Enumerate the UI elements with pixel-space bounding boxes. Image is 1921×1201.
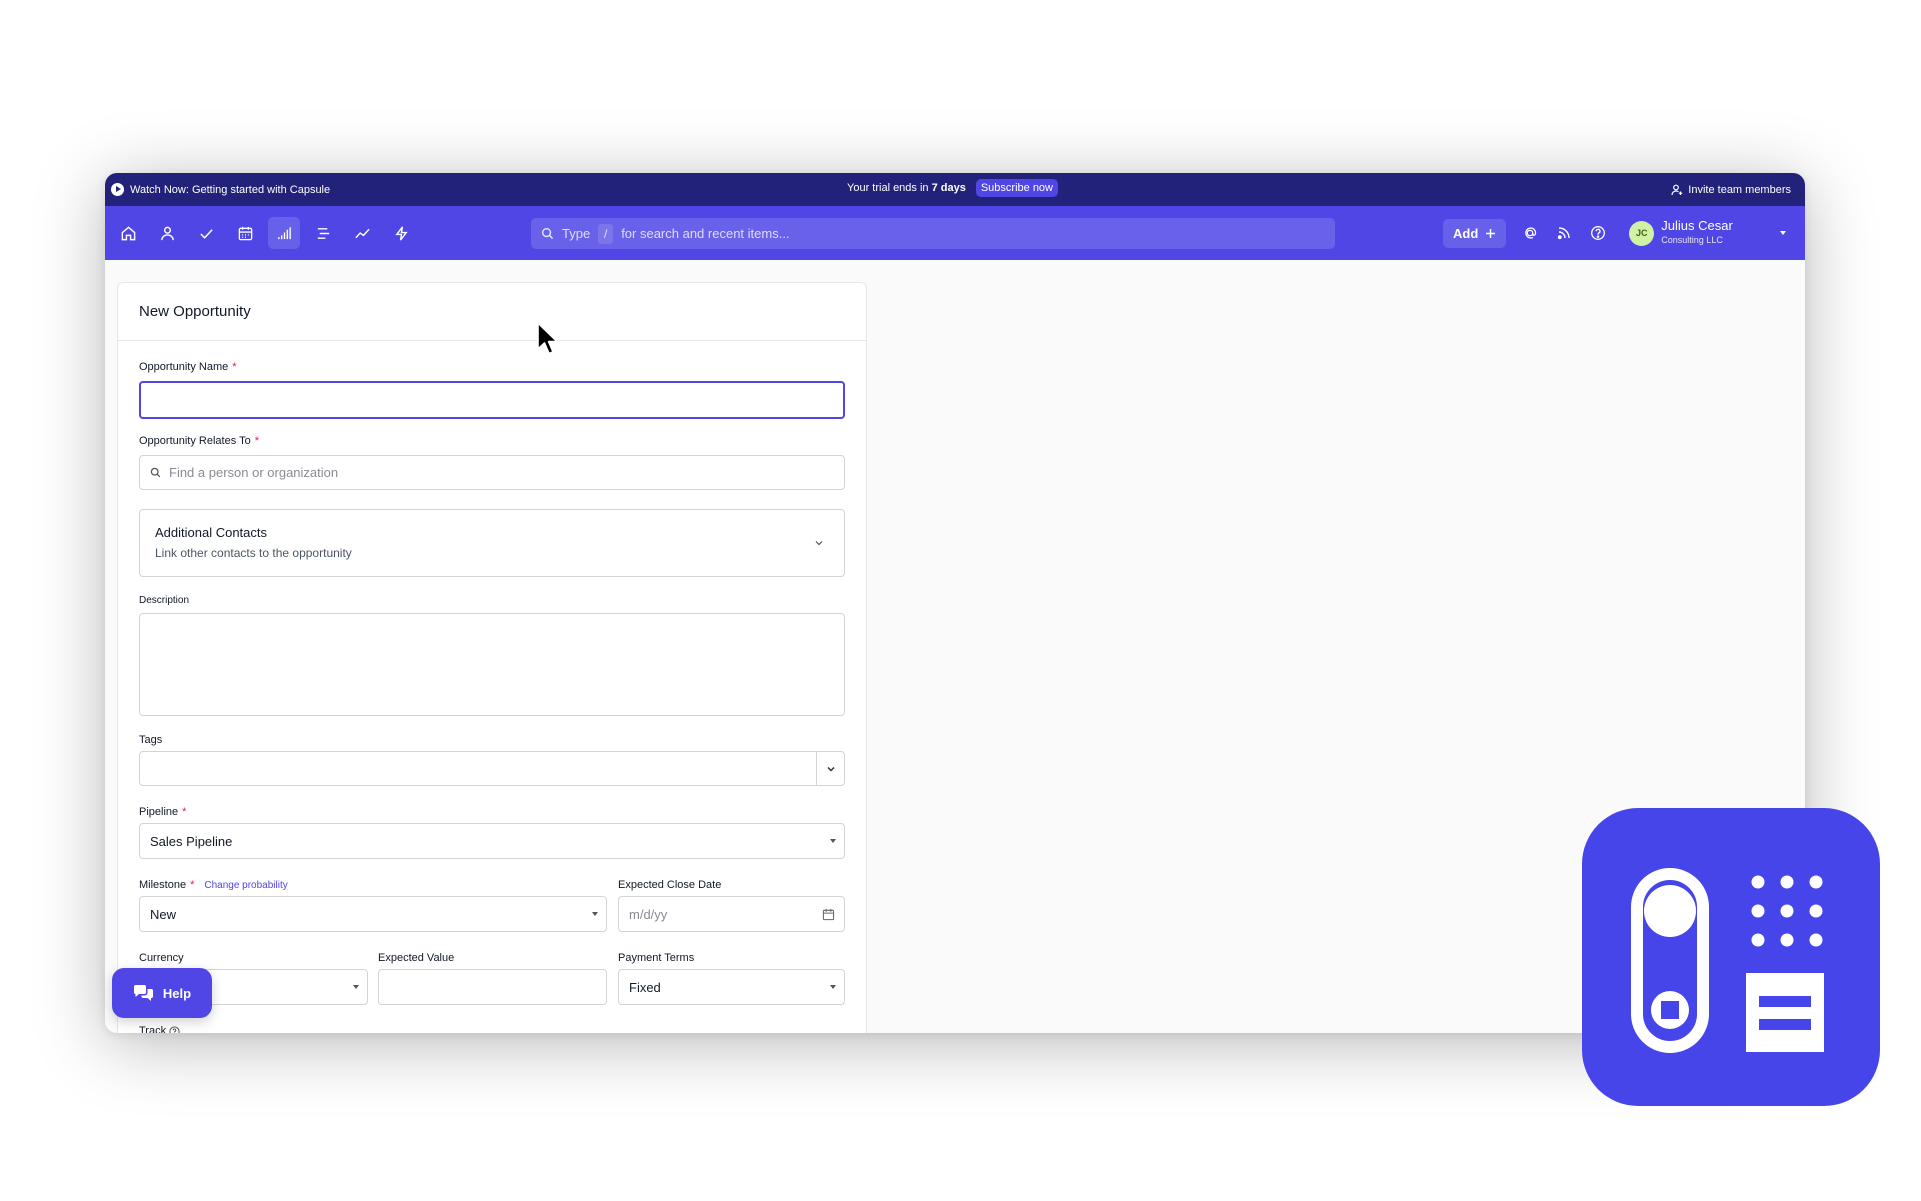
- invite-team-link[interactable]: Invite team members: [1671, 184, 1791, 196]
- tags-input[interactable]: [139, 751, 845, 786]
- help-chat-button[interactable]: Help: [112, 968, 212, 1018]
- user-name: Julius Cesar: [1661, 218, 1733, 233]
- help-center-button[interactable]: [1588, 223, 1608, 243]
- milestone-select[interactable]: New: [139, 896, 607, 932]
- question-icon[interactable]: [169, 1025, 180, 1034]
- lightning-icon: [394, 225, 408, 241]
- trend-icon: [354, 228, 370, 238]
- payment-terms-label: Payment Terms: [618, 952, 695, 964]
- list-icon: [317, 227, 329, 239]
- milestone-label: Milestone * Change probability: [139, 879, 288, 891]
- pipeline-icon: [277, 226, 291, 239]
- global-search[interactable]: Type / for search and recent items...: [531, 218, 1335, 249]
- chat-bubbles-icon: [133, 985, 153, 1001]
- additional-contacts-subtitle: Link other contacts to the opportunity: [155, 546, 352, 560]
- plus-icon: [1486, 228, 1496, 238]
- search-shortcut-key: /: [598, 223, 614, 244]
- change-probability-link[interactable]: Change probability: [204, 880, 287, 891]
- add-button[interactable]: Add: [1443, 218, 1507, 248]
- nav-calendar[interactable]: [229, 217, 261, 249]
- caret-down-icon: [830, 985, 836, 989]
- nav-workflows[interactable]: [385, 217, 417, 249]
- check-icon: [199, 228, 213, 239]
- nav-lists[interactable]: [307, 217, 339, 249]
- chevron-down-icon: [827, 766, 835, 772]
- person-icon: [160, 226, 174, 240]
- avatar: JC: [1629, 220, 1655, 246]
- top-nav: Type / for search and recent items... Ad…: [105, 206, 1805, 260]
- subscribe-button[interactable]: Subscribe now: [975, 179, 1058, 197]
- additional-contacts-title: Additional Contacts: [155, 525, 268, 540]
- nav-tasks[interactable]: [190, 217, 222, 249]
- at-icon: [1525, 227, 1537, 239]
- payment-terms-select[interactable]: Fixed: [618, 969, 845, 1005]
- home-icon: [121, 225, 135, 240]
- form-title: New Opportunity: [118, 283, 866, 341]
- trial-info: Your trial ends in 7 days Subscribe now: [847, 179, 1058, 197]
- track-label: Track: [139, 1025, 180, 1033]
- caret-down-icon: [353, 985, 359, 989]
- pipeline-label: Pipeline *: [139, 806, 187, 818]
- search-hint: for search and recent items...: [621, 226, 790, 241]
- tags-label: Tags: [139, 734, 163, 746]
- mentions-button[interactable]: [1520, 223, 1540, 243]
- mouse-cursor-icon: [537, 322, 558, 355]
- expected-value-input[interactable]: [378, 969, 607, 1005]
- question-icon: [1591, 226, 1606, 240]
- description-textarea[interactable]: [139, 613, 845, 716]
- calendar-icon[interactable]: [822, 908, 835, 921]
- caret-down-icon: [592, 912, 598, 916]
- chevron-down-icon: [815, 541, 823, 546]
- nav-right-group: Add JC Julius Cesar Consulting LLC: [1443, 206, 1786, 260]
- watch-now-text: Watch Now: Getting started with Capsule: [130, 183, 331, 196]
- user-menu[interactable]: JC Julius Cesar Consulting LLC: [1629, 219, 1786, 247]
- caret-down-icon: [830, 839, 836, 843]
- trial-banner: Watch Now: Getting started with Capsule …: [105, 173, 1805, 206]
- calendar-icon: [238, 226, 252, 240]
- app-window: Watch Now: Getting started with Capsule …: [105, 173, 1805, 1033]
- additional-contacts-section[interactable]: Additional Contacts Link other contacts …: [139, 509, 845, 577]
- close-date-label: Expected Close Date: [618, 879, 722, 891]
- relates-to-label: Opportunity Relates To *: [139, 435, 259, 447]
- opportunity-name-label: Opportunity Name *: [139, 361, 237, 373]
- user-company: Consulting LLC: [1661, 235, 1723, 245]
- search-icon: [150, 467, 161, 478]
- pipeline-select[interactable]: Sales Pipeline: [139, 823, 845, 859]
- play-icon: [111, 183, 124, 196]
- opportunity-name-input[interactable]: [139, 381, 845, 419]
- trial-text: Your trial ends in 7 days: [847, 182, 966, 194]
- nav-home[interactable]: [112, 217, 144, 249]
- search-icon: [541, 227, 554, 240]
- nav-people[interactable]: [151, 217, 183, 249]
- chevron-down-icon: [1779, 231, 1786, 235]
- user-name-block: Julius Cesar Consulting LLC: [1661, 219, 1733, 247]
- watch-now-link[interactable]: Watch Now: Getting started with Capsule: [111, 183, 330, 196]
- person-add-icon: [1671, 184, 1683, 195]
- rss-icon: [1558, 227, 1570, 240]
- feed-button[interactable]: [1554, 223, 1574, 243]
- app-logo-tile: [1582, 808, 1880, 1106]
- description-label: Description: [139, 595, 190, 606]
- new-opportunity-form: New Opportunity Opportunity Name * Opport…: [117, 282, 867, 1033]
- expected-value-label: Expected Value: [378, 952, 455, 964]
- search-type-text: Type: [562, 226, 591, 241]
- close-date-input[interactable]: m/d/yy: [618, 896, 845, 932]
- nav-icon-group: [112, 217, 424, 249]
- nav-reports[interactable]: [346, 217, 378, 249]
- capsule-logo-icon: [1631, 868, 1824, 1053]
- tags-dropdown-toggle[interactable]: [816, 752, 844, 785]
- relates-to-input[interactable]: Find a person or organization: [139, 455, 845, 490]
- currency-label: Currency: [139, 952, 184, 964]
- nav-pipeline[interactable]: [268, 217, 300, 249]
